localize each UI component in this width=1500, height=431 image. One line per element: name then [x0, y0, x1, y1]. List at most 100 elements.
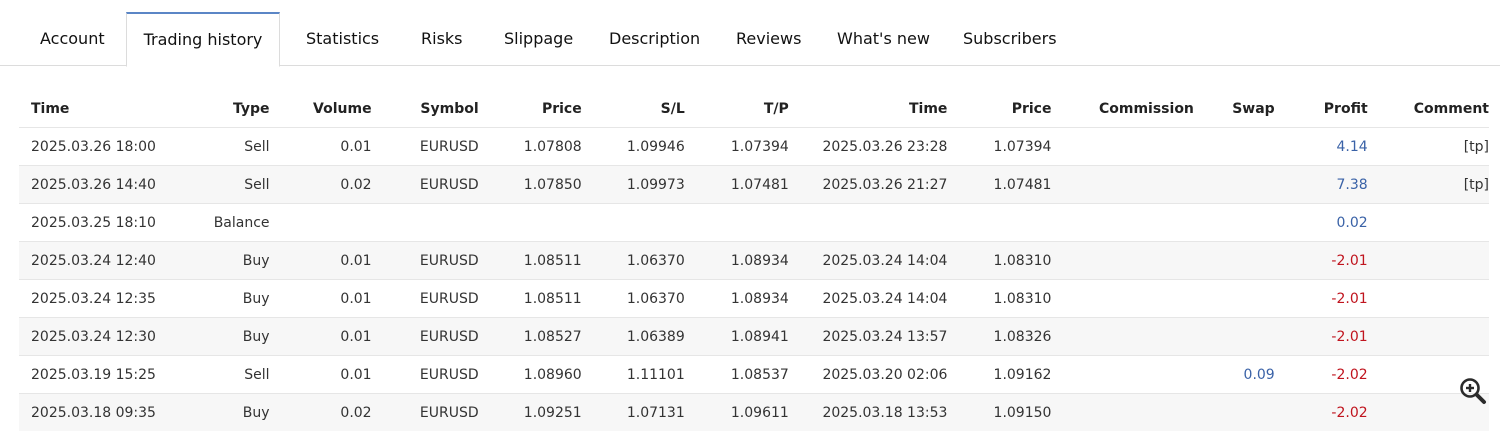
tab-subscribers[interactable]: Subscribers [963, 12, 1057, 66]
cell-close-time: 2025.03.26 23:28 [789, 128, 948, 166]
cell-symbol: EURUSD [372, 242, 479, 280]
zoom-in-icon[interactable] [1458, 376, 1488, 406]
cell-open-price: 1.08511 [479, 242, 582, 280]
cell-symbol: EURUSD [372, 318, 479, 356]
cell-open-time: 2025.03.24 12:35 [19, 280, 158, 318]
cell-swap [1194, 204, 1275, 242]
cell-commission [1051, 242, 1193, 280]
cell-open-time: 2025.03.18 09:35 [19, 394, 158, 431]
cell-profit: -2.01 [1275, 242, 1368, 280]
cell-profit: -2.01 [1275, 280, 1368, 318]
cell-tp: 1.08941 [685, 318, 789, 356]
cell-open-price: 1.07850 [479, 166, 582, 204]
cell-comment [1368, 280, 1489, 318]
cell-open-time: 2025.03.26 18:00 [19, 128, 158, 166]
header-profit: Profit [1275, 90, 1368, 128]
tab-whats-new[interactable]: What's new [837, 12, 930, 66]
cell-swap [1194, 128, 1275, 166]
cell-open-time: 2025.03.24 12:30 [19, 318, 158, 356]
cell-comment [1368, 318, 1489, 356]
header-close-price: Price [947, 90, 1051, 128]
tab-account[interactable]: Account [40, 12, 105, 66]
table-row: 2025.03.24 12:35Buy0.01EURUSD1.085111.06… [19, 280, 1489, 318]
cell-close-price: 1.09162 [947, 356, 1051, 394]
cell-close-price: 1.09150 [947, 394, 1051, 431]
tab-description[interactable]: Description [609, 12, 700, 66]
table-row: 2025.03.24 12:30Buy0.01EURUSD1.085271.06… [19, 318, 1489, 356]
cell-sl: 1.09973 [582, 166, 685, 204]
cell-commission [1051, 394, 1193, 431]
cell-volume: 0.01 [270, 280, 372, 318]
cell-close-price: 1.08310 [947, 242, 1051, 280]
table-row: 2025.03.24 12:40Buy0.01EURUSD1.085111.06… [19, 242, 1489, 280]
table-row: 2025.03.26 18:00Sell0.01EURUSD1.078081.0… [19, 128, 1489, 166]
cell-type: Balance [158, 204, 269, 242]
cell-symbol: EURUSD [372, 280, 479, 318]
trading-history-table: Time Type Volume Symbol Price S/L T/P Ti… [19, 90, 1489, 431]
header-close-time: Time [789, 90, 948, 128]
tab-reviews[interactable]: Reviews [736, 12, 801, 66]
cell-type: Buy [158, 394, 269, 431]
cell-comment [1368, 242, 1489, 280]
header-swap: Swap [1194, 90, 1275, 128]
cell-open-price: 1.08960 [479, 356, 582, 394]
cell-tp: 1.08934 [685, 242, 789, 280]
cell-sl [582, 204, 685, 242]
cell-commission [1051, 166, 1193, 204]
header-comment: Comment [1368, 90, 1489, 128]
header-tp: T/P [685, 90, 789, 128]
cell-type: Sell [158, 128, 269, 166]
cell-type: Buy [158, 318, 269, 356]
cell-symbol: EURUSD [372, 166, 479, 204]
table-row: 2025.03.25 18:10Balance0.02 [19, 204, 1489, 242]
cell-symbol: EURUSD [372, 128, 479, 166]
cell-close-time: 2025.03.24 14:04 [789, 280, 948, 318]
cell-close-time: 2025.03.24 14:04 [789, 242, 948, 280]
header-type: Type [158, 90, 269, 128]
table-row: 2025.03.26 14:40Sell0.02EURUSD1.078501.0… [19, 166, 1489, 204]
cell-volume: 0.02 [270, 166, 372, 204]
cell-swap [1194, 166, 1275, 204]
cell-close-price: 1.08326 [947, 318, 1051, 356]
cell-type: Sell [158, 166, 269, 204]
cell-tp: 1.07481 [685, 166, 789, 204]
cell-sl: 1.06389 [582, 318, 685, 356]
cell-commission [1051, 128, 1193, 166]
cell-symbol: EURUSD [372, 394, 479, 431]
table-row: 2025.03.19 15:25Sell0.01EURUSD1.089601.1… [19, 356, 1489, 394]
cell-close-time: 2025.03.26 21:27 [789, 166, 948, 204]
cell-tp [685, 204, 789, 242]
cell-comment: [tp] [1368, 128, 1489, 166]
tab-risks[interactable]: Risks [421, 12, 463, 66]
cell-volume: 0.01 [270, 128, 372, 166]
header-sl: S/L [582, 90, 685, 128]
cell-close-price [947, 204, 1051, 242]
table-header-row: Time Type Volume Symbol Price S/L T/P Ti… [19, 90, 1489, 128]
header-open-price: Price [479, 90, 582, 128]
cell-sl: 1.09946 [582, 128, 685, 166]
cell-open-time: 2025.03.26 14:40 [19, 166, 158, 204]
cell-open-price: 1.09251 [479, 394, 582, 431]
cell-open-price: 1.08511 [479, 280, 582, 318]
header-symbol: Symbol [372, 90, 479, 128]
cell-commission [1051, 204, 1193, 242]
tab-slippage[interactable]: Slippage [504, 12, 573, 66]
table-row: 2025.03.18 09:35Buy0.02EURUSD1.092511.07… [19, 394, 1489, 431]
cell-close-time: 2025.03.24 13:57 [789, 318, 948, 356]
cell-profit: 7.38 [1275, 166, 1368, 204]
cell-symbol: EURUSD [372, 356, 479, 394]
cell-volume: 0.01 [270, 242, 372, 280]
tab-trading-history[interactable]: Trading history [126, 12, 280, 67]
cell-tp: 1.09611 [685, 394, 789, 431]
cell-commission [1051, 356, 1193, 394]
cell-commission [1051, 280, 1193, 318]
cell-tp: 1.07394 [685, 128, 789, 166]
cell-open-price [479, 204, 582, 242]
cell-open-time: 2025.03.19 15:25 [19, 356, 158, 394]
cell-type: Buy [158, 280, 269, 318]
tab-statistics[interactable]: Statistics [306, 12, 379, 66]
header-commission: Commission [1051, 90, 1193, 128]
cell-swap: 0.09 [1194, 356, 1275, 394]
cell-open-price: 1.08527 [479, 318, 582, 356]
cell-close-price: 1.08310 [947, 280, 1051, 318]
